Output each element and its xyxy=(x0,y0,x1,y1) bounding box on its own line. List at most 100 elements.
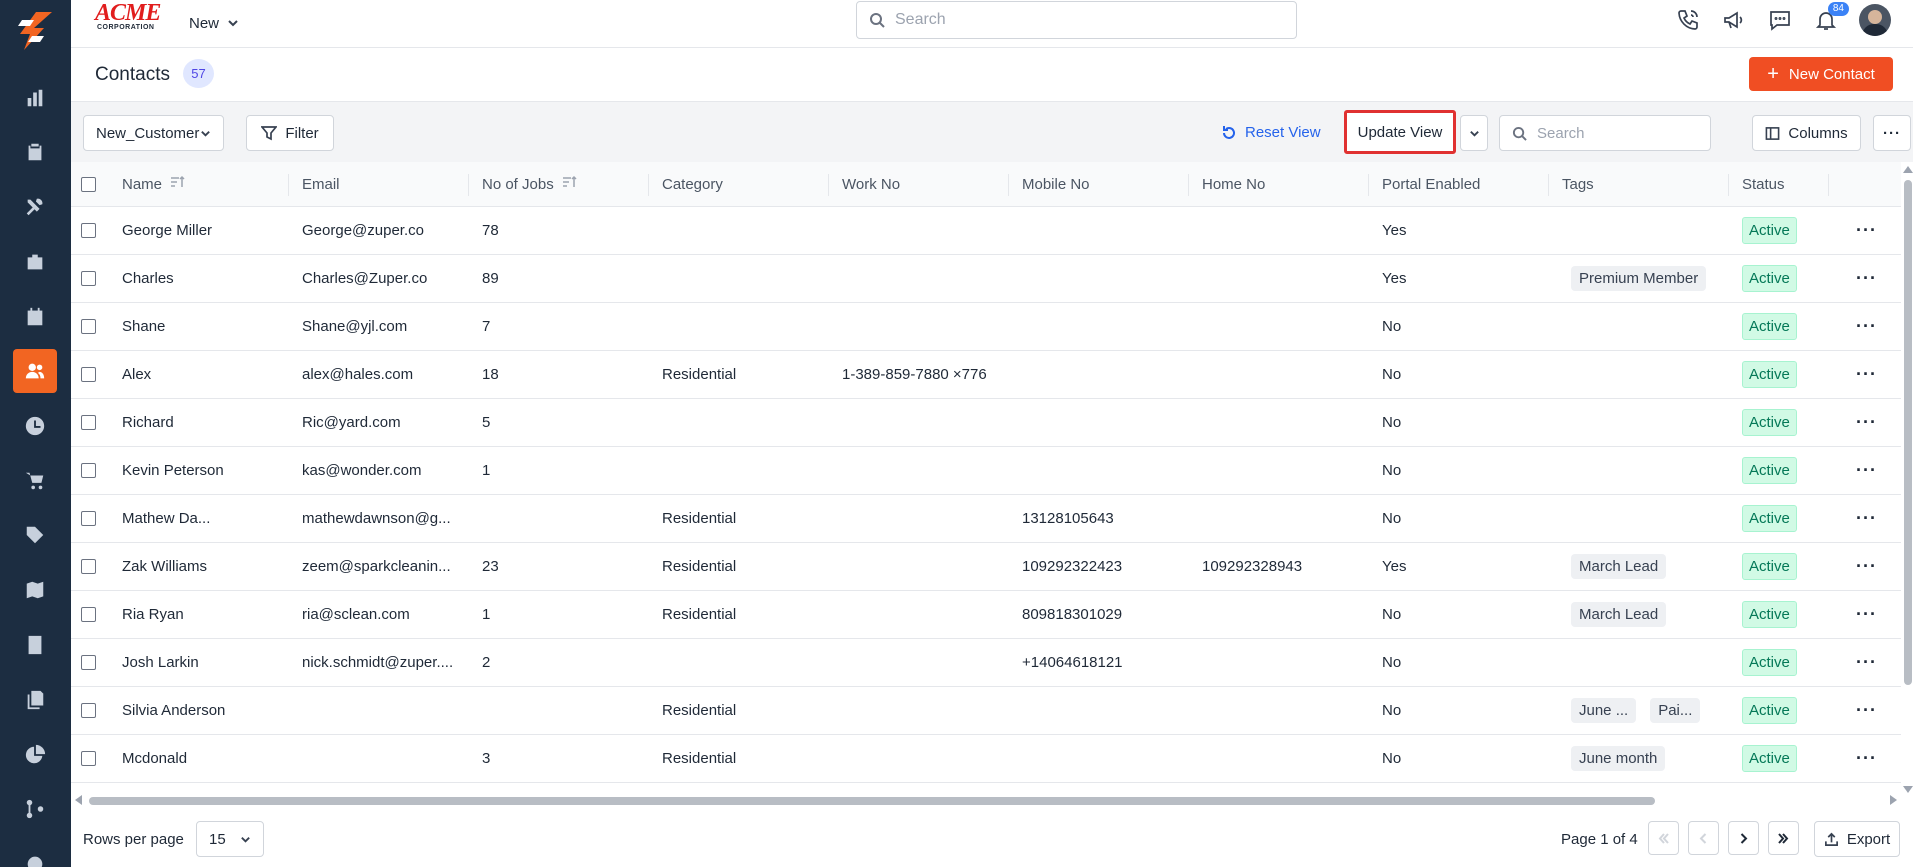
table-row[interactable]: Shane Shane@yjl.com 7 No Active ··· xyxy=(71,303,1901,351)
table-row[interactable]: Mcdonald 3 Residential No June month Active ··… xyxy=(71,735,1901,783)
table-row[interactable]: Charles Charles@Zuper.co 89 Yes Premium Memb… xyxy=(71,255,1901,303)
row-checkbox[interactable] xyxy=(81,511,96,526)
scroll-left-arrow[interactable] xyxy=(75,795,82,805)
cell-name[interactable]: Shane xyxy=(122,303,282,350)
row-checkbox[interactable] xyxy=(81,223,96,238)
column-header-name[interactable]: Name xyxy=(122,162,292,206)
nav-calendar[interactable] xyxy=(13,295,57,339)
row-actions-menu-icon[interactable]: ··· xyxy=(1856,652,1877,673)
previous-page-button[interactable] xyxy=(1688,821,1719,855)
row-actions-menu-icon[interactable]: ··· xyxy=(1856,364,1877,385)
vertical-scroll-thumb[interactable] xyxy=(1904,180,1912,685)
row-checkbox[interactable] xyxy=(81,559,96,574)
table-row[interactable]: Alex alex@hales.com 18 Residential 1-389-859… xyxy=(71,351,1901,399)
row-actions-menu-icon[interactable]: ··· xyxy=(1856,412,1877,433)
tag-chip[interactable]: Pai... xyxy=(1650,698,1701,723)
more-options-button[interactable]: ··· xyxy=(1873,115,1911,151)
cell-name[interactable]: Silvia Anderson xyxy=(122,687,282,734)
sort-icon[interactable] xyxy=(162,175,186,193)
view-select[interactable]: New_Customer xyxy=(83,115,224,151)
user-avatar[interactable] xyxy=(1859,4,1891,36)
column-header-tags[interactable]: Tags xyxy=(1562,162,1722,206)
table-row[interactable]: George Miller George@zuper.co 78 Yes Active ·… xyxy=(71,207,1901,255)
horizontal-scroll-thumb[interactable] xyxy=(89,797,1655,805)
nav-reports[interactable] xyxy=(13,733,57,777)
row-actions-menu-icon[interactable]: ··· xyxy=(1856,556,1877,577)
table-search[interactable] xyxy=(1499,115,1711,151)
row-checkbox[interactable] xyxy=(81,607,96,622)
row-checkbox[interactable] xyxy=(81,655,96,670)
table-row[interactable]: Richard Ric@yard.com 5 No Active ··· xyxy=(71,399,1901,447)
columns-button[interactable]: Columns xyxy=(1752,115,1861,151)
cell-name[interactable]: Josh Larkin xyxy=(122,639,282,686)
global-search-input[interactable] xyxy=(895,11,1265,29)
first-page-button[interactable] xyxy=(1648,821,1679,855)
cell-name[interactable]: Alex xyxy=(122,351,282,398)
row-checkbox[interactable] xyxy=(81,751,96,766)
cell-name[interactable]: Mathew Da... xyxy=(122,495,282,542)
rows-per-page-select[interactable]: 15 xyxy=(196,821,264,857)
vertical-scrollbar[interactable] xyxy=(1902,162,1913,793)
horizontal-scrollbar[interactable] xyxy=(71,793,1901,807)
sort-icon[interactable] xyxy=(554,175,578,193)
nav-workflow[interactable] xyxy=(13,787,57,831)
row-checkbox[interactable] xyxy=(81,319,96,334)
row-checkbox[interactable] xyxy=(81,271,96,286)
nav-pricing[interactable] xyxy=(13,513,57,557)
nav-settings[interactable] xyxy=(13,842,57,867)
chat-button[interactable] xyxy=(1767,7,1793,33)
nav-timesheet[interactable] xyxy=(13,404,57,448)
table-search-input[interactable] xyxy=(1537,124,1707,142)
nav-calculator[interactable] xyxy=(13,623,57,667)
notifications-button[interactable]: 84 xyxy=(1813,2,1849,33)
column-header-category[interactable]: Category xyxy=(662,162,822,206)
update-view-button[interactable]: Update View xyxy=(1344,110,1456,154)
select-all-checkbox[interactable] xyxy=(81,176,96,192)
next-page-button[interactable] xyxy=(1728,821,1759,855)
table-row[interactable]: Josh Larkin nick.schmidt@zuper.... 2 +14064… xyxy=(71,639,1901,687)
row-checkbox[interactable] xyxy=(81,703,96,718)
last-page-button[interactable] xyxy=(1768,821,1799,855)
tag-chip[interactable]: June ... xyxy=(1571,698,1637,723)
column-header-jobs[interactable]: No of Jobs xyxy=(482,162,642,206)
nav-map[interactable] xyxy=(13,568,57,612)
cell-name[interactable]: Zak Williams xyxy=(122,543,282,590)
row-checkbox[interactable] xyxy=(81,367,96,382)
cell-name[interactable]: Charles xyxy=(122,255,282,302)
export-button[interactable]: Export xyxy=(1814,821,1900,857)
column-header-home-no[interactable]: Home No xyxy=(1202,162,1362,206)
filter-button[interactable]: Filter xyxy=(246,115,334,151)
nav-orders[interactable] xyxy=(13,459,57,503)
app-logo-icon[interactable] xyxy=(14,10,56,52)
row-actions-menu-icon[interactable]: ··· xyxy=(1856,316,1877,337)
nav-documents[interactable] xyxy=(13,678,57,722)
nav-dashboard[interactable] xyxy=(13,76,57,120)
tag-chip[interactable]: June month xyxy=(1571,746,1666,771)
nav-briefcase[interactable] xyxy=(13,240,57,284)
scroll-down-arrow[interactable] xyxy=(1903,786,1913,793)
row-checkbox[interactable] xyxy=(81,415,96,430)
cell-name[interactable]: George Miller xyxy=(122,207,282,254)
new-contact-button[interactable]: + New Contact xyxy=(1749,57,1893,91)
update-view-options-button[interactable] xyxy=(1460,115,1488,151)
cell-name[interactable]: Richard xyxy=(122,399,282,446)
table-row[interactable]: Mathew Da... mathewdawnson@g... Residentia… xyxy=(71,495,1901,543)
row-actions-menu-icon[interactable]: ··· xyxy=(1856,748,1877,769)
row-actions-menu-icon[interactable]: ··· xyxy=(1856,700,1877,721)
scroll-right-arrow[interactable] xyxy=(1890,795,1897,805)
column-header-portal-enabled[interactable]: Portal Enabled xyxy=(1382,162,1542,206)
column-header-mobile-no[interactable]: Mobile No xyxy=(1022,162,1182,206)
tag-chip[interactable]: March Lead xyxy=(1571,602,1667,627)
table-row[interactable]: Zak Williams zeem@sparkcleanin... 23 Reside… xyxy=(71,543,1901,591)
row-actions-menu-icon[interactable]: ··· xyxy=(1856,220,1877,241)
cell-name[interactable]: Kevin Peterson xyxy=(122,447,282,494)
column-header-email[interactable]: Email xyxy=(302,162,462,206)
row-checkbox[interactable] xyxy=(81,463,96,478)
table-row[interactable]: Ria Ryan ria@sclean.com 1 Residential 809818… xyxy=(71,591,1901,639)
phone-button[interactable] xyxy=(1675,7,1701,33)
new-menu-button[interactable]: New xyxy=(189,11,239,35)
nav-service[interactable] xyxy=(13,185,57,229)
column-header-status[interactable]: Status xyxy=(1742,162,1832,206)
nav-jobs[interactable] xyxy=(13,130,57,174)
nav-contacts[interactable] xyxy=(13,349,57,393)
